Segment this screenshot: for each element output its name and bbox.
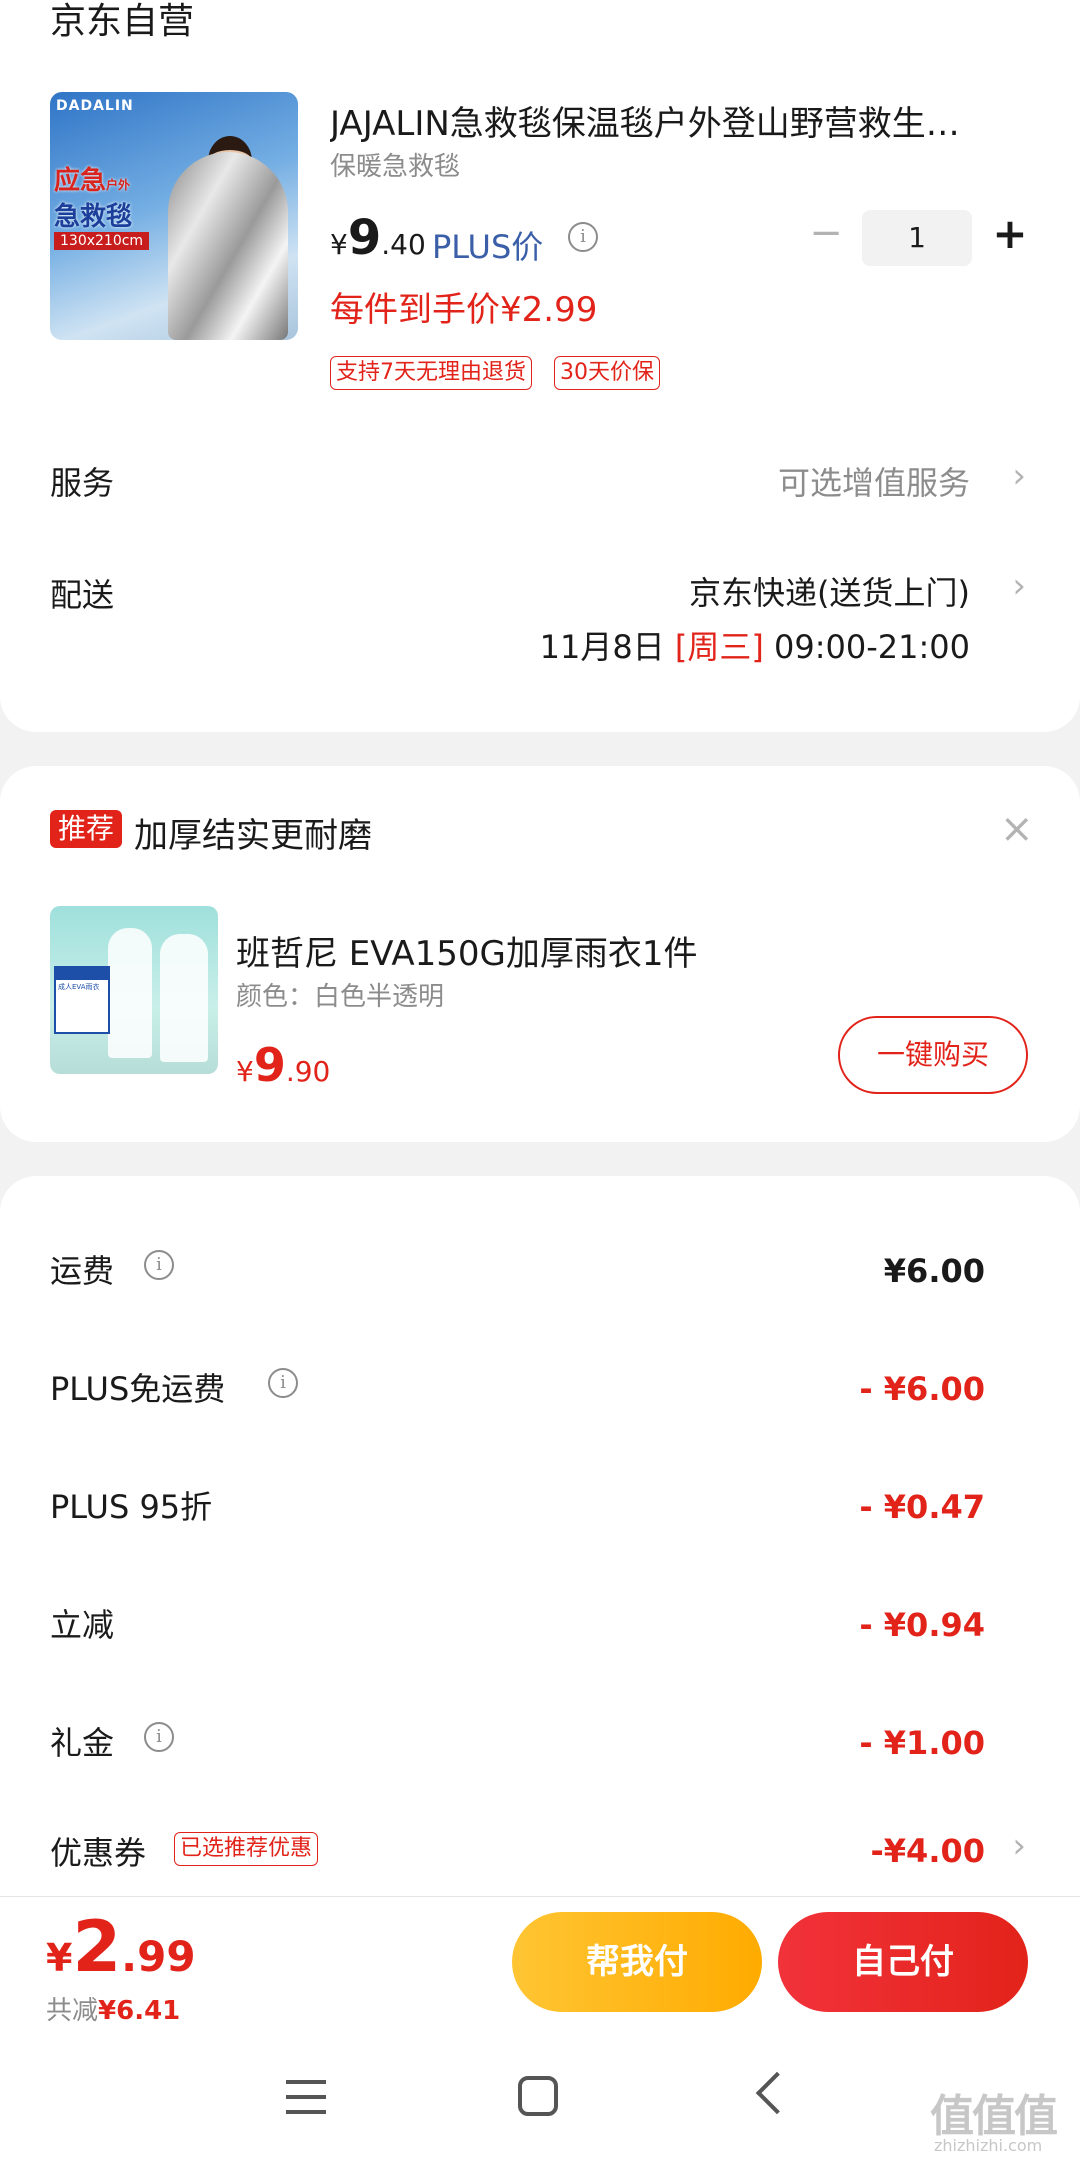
delivery-chevron-icon[interactable]: ›: [1012, 566, 1026, 606]
fee-value-shipping: ¥6.00: [883, 1252, 985, 1290]
service-value[interactable]: 可选增值服务: [778, 458, 970, 504]
fee-value-plus-free-shipping: - ¥6.00: [859, 1370, 985, 1408]
home-icon[interactable]: [518, 2076, 558, 2116]
product-image-size: 130x210cm: [54, 232, 150, 250]
recommend-badge: 推荐: [50, 810, 123, 848]
quantity-decrease-button[interactable]: −: [808, 213, 844, 254]
recent-apps-icon[interactable]: [286, 2080, 326, 2114]
raincoat-figure: [160, 934, 208, 1062]
help-me-pay-button[interactable]: 帮我付: [512, 1912, 762, 2012]
recommend-title: 加厚结实更耐磨: [134, 816, 372, 856]
product-title[interactable]: JAJALIN急救毯保温毯户外登山野营救生…: [330, 96, 1030, 145]
close-icon[interactable]: ×: [1000, 806, 1034, 852]
gift-money-info-icon[interactable]: i: [144, 1722, 174, 1752]
plus-price-label: PLUS价: [432, 228, 544, 266]
fee-value-instant-cut: - ¥0.94: [859, 1606, 985, 1644]
watermark-url: zhizhizhi.com: [934, 2136, 1043, 2155]
total-price: ¥2.99: [46, 1906, 196, 1988]
fee-value-plus-discount: - ¥0.47: [859, 1488, 985, 1526]
recommend-image-card: 成人EVA雨衣: [54, 966, 110, 1034]
price-protect-tag: 30天价保: [554, 356, 660, 390]
final-unit-price: 每件到手价¥2.99: [330, 290, 598, 330]
fee-label-plus-discount: PLUS 95折: [50, 1488, 213, 1526]
fee-label-shipping: 运费: [50, 1252, 115, 1290]
fee-value-coupon[interactable]: -¥4.00: [871, 1832, 986, 1870]
service-chevron-icon[interactable]: ›: [1012, 456, 1026, 496]
plus-shipping-info-icon[interactable]: i: [268, 1368, 298, 1398]
recommend-product-image[interactable]: 成人EVA雨衣: [50, 906, 218, 1074]
product-image-text-blue: 急救毯: [54, 202, 133, 232]
plus-price-info-icon[interactable]: i: [568, 222, 598, 252]
coupon-selected-tag: 已选推荐优惠: [174, 1832, 319, 1866]
watermark-logo: 值值值: [930, 2091, 1058, 2142]
quantity-input[interactable]: 1: [862, 210, 972, 266]
pay-myself-button[interactable]: 自己付: [778, 1912, 1028, 2012]
fee-label-plus-free-shipping: PLUS免运费: [50, 1370, 226, 1408]
fee-label-instant-cut: 立减: [50, 1606, 115, 1644]
one-click-buy-button[interactable]: 一键购买: [838, 1016, 1028, 1094]
delivery-label: 配送: [50, 576, 115, 614]
product-image-brand: DADALIN: [56, 98, 134, 114]
fee-label-gift-money: 礼金: [50, 1724, 115, 1762]
store-name: 京东自营: [50, 1, 195, 42]
service-label: 服务: [50, 464, 115, 502]
delivery-carrier[interactable]: 京东快递(送货上门): [689, 568, 970, 614]
product-image[interactable]: DADALIN 应急户外 急救毯 130x210cm: [50, 92, 298, 340]
shipping-info-icon[interactable]: i: [144, 1250, 174, 1280]
recommend-product-title[interactable]: 班哲尼 EVA150G加厚雨衣1件: [236, 926, 698, 975]
quantity-increase-button[interactable]: +: [990, 212, 1030, 256]
product-image-blanket: [168, 152, 288, 340]
fee-label-coupon: 优惠券: [50, 1834, 147, 1872]
product-price: ¥9.40: [330, 210, 426, 266]
total-saved: 共减¥6.41: [46, 1996, 181, 2026]
fee-value-gift-money: - ¥1.00: [859, 1724, 985, 1762]
raincoat-figure: [108, 928, 152, 1058]
delivery-time: 11月8日 [周三] 09:00-21:00: [539, 628, 970, 666]
recommend-product-spec: 颜色：白色半透明: [236, 982, 445, 1012]
return-policy-tag: 支持7天无理由退货: [330, 356, 532, 390]
coupon-chevron-icon[interactable]: ›: [1012, 1826, 1026, 1866]
product-spec[interactable]: 保暖急救毯: [330, 146, 460, 183]
recommend-product-price: ¥9.90: [236, 1038, 331, 1092]
